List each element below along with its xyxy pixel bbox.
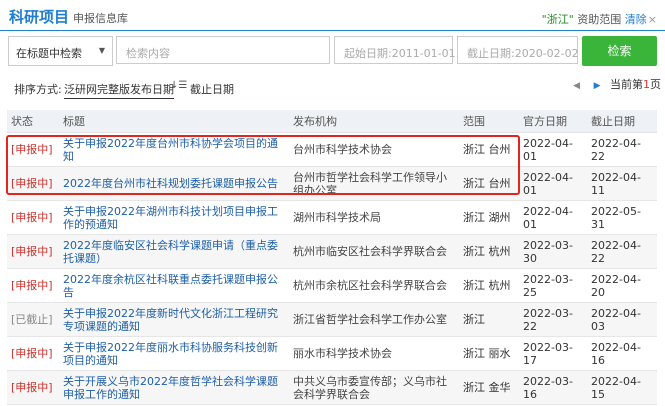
- row-official-date: 2022-04-01: [519, 132, 587, 167]
- row-org: 中共义乌市委宣传部；义乌市社会科学界联合会: [289, 370, 459, 405]
- row-title-link[interactable]: 关于开展义乌市2022年度哲学社会科学课题申报工作的通知: [59, 370, 289, 405]
- page-header: 科研项目 申报信息库 "浙江" 资助范围 清除×: [0, 0, 665, 31]
- sort-bar: 排序方式: 泛研网完整版发布日期 ↓☰ 截止日期: [14, 80, 654, 99]
- table-header-row: 状态 标题 发布机构 范围 官方日期 截止日期: [7, 110, 657, 133]
- table-row[interactable]: [申报中] 2022年度临安区社会科学课题申请（重点委托课题） 杭州市临安区社会…: [7, 234, 657, 269]
- row-official-date: 2022-04-01: [519, 200, 587, 235]
- clear-scope-button[interactable]: 清除: [625, 13, 647, 26]
- row-official-date: 2022-03-25: [519, 268, 587, 303]
- keyword-placeholder: 检索内容: [126, 47, 170, 60]
- table-row[interactable]: [已截止] 关于申报2022年度新时代文化浙江工程研究专项课题的通知 浙江省哲学…: [7, 302, 657, 337]
- sort-desc-icon[interactable]: ↓☰: [170, 80, 187, 91]
- pagination: ◀ ▶ 当前第1页: [573, 76, 661, 92]
- row-status: [申报中]: [7, 166, 59, 201]
- project-table: 状态 标题 发布机构 范围 官方日期 截止日期 [申报中] 关于申报2022年度…: [7, 110, 657, 405]
- row-org: 台州市哲学社会科学工作领导小组办公室: [289, 166, 459, 201]
- row-scope: 浙江 台州: [459, 132, 519, 167]
- sort-by-publish-date[interactable]: 泛研网完整版发布日期: [64, 81, 174, 99]
- row-deadline: 2022-04-11: [587, 166, 657, 201]
- row-deadline: 2022-05-31: [587, 200, 657, 235]
- row-official-date: 2022-03-30: [519, 234, 587, 269]
- col-deadline: 截止日期: [587, 110, 657, 133]
- row-status: [申报中]: [7, 132, 59, 167]
- row-org: 丽水市科学技术协会: [289, 336, 459, 371]
- scope-label: 资助范围: [577, 13, 622, 26]
- table-row[interactable]: [申报中] 关于申报2022年度台州市科协学会项目的通知 台州市科学技术协会 浙…: [7, 132, 657, 167]
- row-title-link[interactable]: 2022年度台州市社科规划委托课题申报公告: [59, 166, 289, 201]
- row-scope: 浙江 湖州: [459, 200, 519, 235]
- keyword-input[interactable]: 检索内容: [116, 36, 330, 64]
- row-deadline: 2022-04-22: [587, 132, 657, 167]
- current-page: 1: [643, 78, 650, 91]
- row-status: [申报中]: [7, 234, 59, 269]
- sort-label: 排序方式:: [14, 83, 62, 96]
- start-date-placeholder: 起始日期:2011-01-01: [344, 47, 456, 60]
- row-status: [申报中]: [7, 268, 59, 303]
- row-status: [已截止]: [7, 302, 59, 337]
- row-org: 湖州市科学技术局: [289, 200, 459, 235]
- col-scope: 范围: [459, 110, 519, 133]
- row-scope: 浙江 台州: [459, 166, 519, 201]
- search-field-select[interactable]: 在标题中检索 ▼: [8, 36, 113, 66]
- row-official-date: 2022-03-22: [519, 302, 587, 337]
- funding-scope: "浙江" 资助范围 清除×: [542, 11, 657, 27]
- col-official-date: 官方日期: [519, 110, 587, 133]
- next-page-icon[interactable]: ▶: [594, 81, 601, 91]
- clear-icon[interactable]: ×: [648, 13, 657, 26]
- row-status: [申报中]: [7, 336, 59, 371]
- row-official-date: 2022-03-16: [519, 370, 587, 405]
- row-status: [申报中]: [7, 370, 59, 405]
- table-row[interactable]: [申报中] 2022年度台州市社科规划委托课题申报公告 台州市哲学社会科学工作领…: [7, 166, 657, 201]
- table-row[interactable]: [申报中] 关于开展义乌市2022年度哲学社会科学课题申报工作的通知 中共义乌市…: [7, 370, 657, 405]
- start-date-input[interactable]: 起始日期:2011-01-01: [334, 36, 456, 64]
- row-deadline: 2022-04-20: [587, 268, 657, 303]
- row-scope: 浙江 杭州: [459, 268, 519, 303]
- row-title-link[interactable]: 关于申报2022年度新时代文化浙江工程研究专项课题的通知: [59, 302, 289, 337]
- col-org: 发布机构: [289, 110, 459, 133]
- row-org: 台州市科学技术协会: [289, 132, 459, 167]
- chevron-down-icon: ▼: [98, 46, 105, 55]
- col-status: 状态: [7, 110, 59, 133]
- scope-region: "浙江": [541, 13, 574, 26]
- row-official-date: 2022-03-17: [519, 336, 587, 371]
- end-date-input[interactable]: 截止日期:2020-02-02: [457, 36, 579, 64]
- table-row[interactable]: [申报中] 2022年度余杭区社科联重点委托课题申报公告 杭州市余杭区社会科学界…: [7, 268, 657, 303]
- row-deadline: 2022-04-15: [587, 370, 657, 405]
- prev-page-icon[interactable]: ◀: [573, 81, 580, 91]
- row-scope: 浙江: [459, 302, 519, 337]
- search-field-value: 在标题中检索: [16, 47, 82, 60]
- pager-prefix: 当前第: [610, 78, 643, 91]
- sort-by-deadline[interactable]: 截止日期: [190, 81, 234, 97]
- page-title: 科研项目: [9, 8, 70, 26]
- row-title-link[interactable]: 关于申报2022年湖州市科技计划项目申报工作的预通知: [59, 200, 289, 235]
- row-title-link[interactable]: 2022年度余杭区社科联重点委托课题申报公告: [59, 268, 289, 303]
- search-button[interactable]: 检索: [582, 36, 657, 66]
- pager-suffix: 页: [650, 78, 661, 91]
- row-deadline: 2022-04-03: [587, 302, 657, 337]
- row-scope: 浙江 金华: [459, 370, 519, 405]
- row-status: [申报中]: [7, 200, 59, 235]
- table-row[interactable]: [申报中] 关于申报2022年度丽水市科协服务科技创新项目的通知 丽水市科学技术…: [7, 336, 657, 371]
- page-subtitle: 申报信息库: [73, 12, 128, 25]
- row-scope: 浙江 杭州: [459, 234, 519, 269]
- row-deadline: 2022-04-16: [587, 336, 657, 371]
- row-org: 杭州市余杭区社会科学界联合会: [289, 268, 459, 303]
- row-scope: 浙江 丽水: [459, 336, 519, 371]
- row-org: 杭州市临安区社会科学界联合会: [289, 234, 459, 269]
- end-date-placeholder: 截止日期:2020-02-02: [467, 47, 579, 60]
- row-title-link[interactable]: 关于申报2022年度丽水市科协服务科技创新项目的通知: [59, 336, 289, 371]
- row-title-link[interactable]: 关于申报2022年度台州市科协学会项目的通知: [59, 132, 289, 167]
- row-org: 浙江省哲学社会科学工作办公室: [289, 302, 459, 337]
- row-deadline: 2022-04-22: [587, 234, 657, 269]
- table-row[interactable]: [申报中] 关于申报2022年湖州市科技计划项目申报工作的预通知 湖州市科学技术…: [7, 200, 657, 235]
- row-title-link[interactable]: 2022年度临安区社会科学课题申请（重点委托课题）: [59, 234, 289, 269]
- row-official-date: 2022-04-01: [519, 166, 587, 201]
- col-title: 标题: [59, 110, 289, 133]
